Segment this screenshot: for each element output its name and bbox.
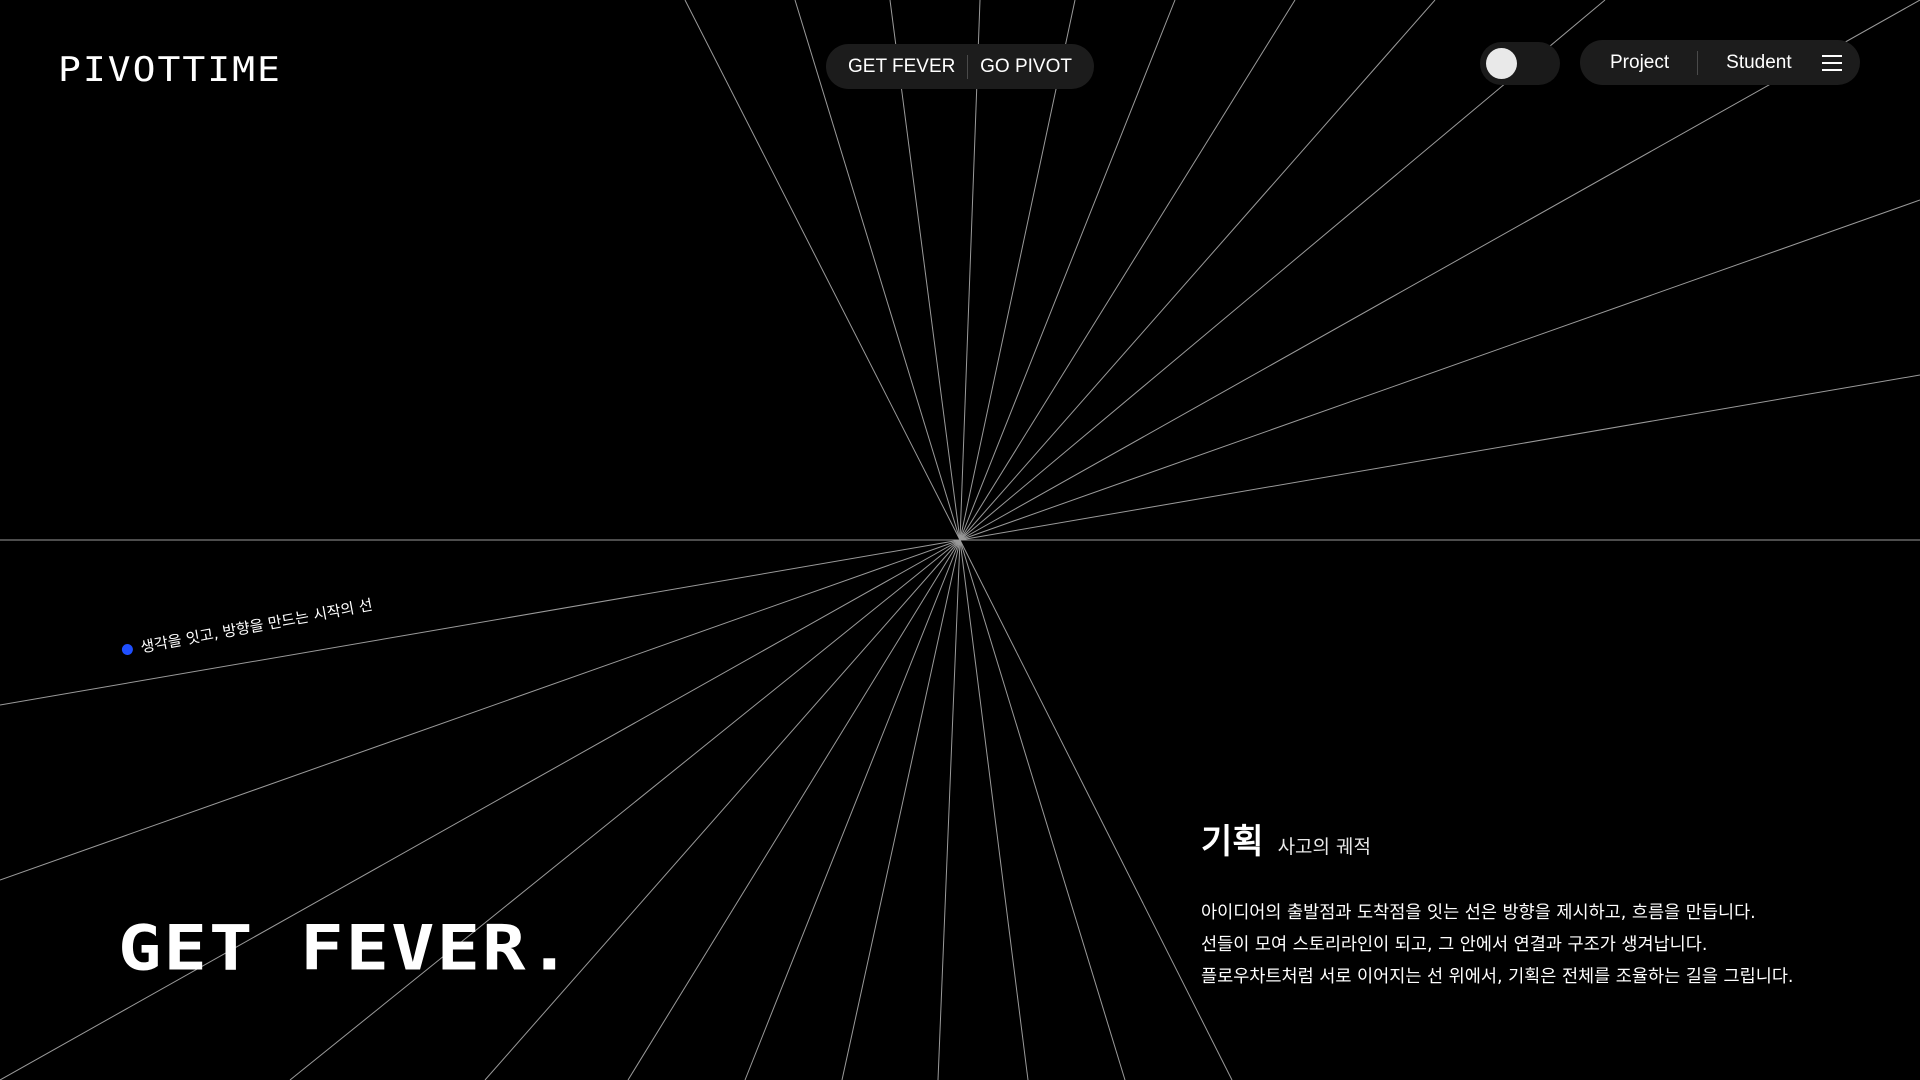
- toggle-knob-icon: [1486, 48, 1517, 79]
- ray-line: [959, 539, 1233, 1080]
- nav-divider: [967, 54, 969, 79]
- ray-line: [744, 539, 961, 1080]
- nav-get-fever[interactable]: GET FEVER: [848, 56, 955, 78]
- section-body: 아이디어의 출발점과 도착점을 잇는 선은 방향을 제시하고, 흐름을 만듭니다…: [1201, 897, 1841, 993]
- page: PIVOTTIME GET FEVER GO PIVOT Project Stu…: [0, 0, 1920, 1080]
- ray-line: [627, 539, 961, 1080]
- nav-project[interactable]: Project: [1610, 52, 1669, 74]
- ray-line: [484, 539, 961, 1080]
- ray-line: [0, 539, 961, 706]
- ray-line: [959, 374, 1920, 541]
- section-body-line: 아이디어의 출발점과 도착점을 잇는 선은 방향을 제시하고, 흐름을 만듭니다…: [1201, 903, 1756, 923]
- ray-line: [959, 199, 1920, 541]
- hamburger-menu-icon[interactable]: [1822, 54, 1842, 71]
- right-nav: Project Student: [1580, 40, 1860, 85]
- hero-title: GET FEVER.: [118, 912, 574, 986]
- center-nav: GET FEVER GO PIVOT: [826, 44, 1094, 89]
- ray-line: [0, 539, 961, 881]
- nav-divider: [1697, 50, 1699, 75]
- theme-toggle[interactable]: [1480, 42, 1560, 85]
- section-heading: 기획: [1201, 822, 1264, 862]
- section-heading-row: 기획 사고의 궤적: [1201, 814, 1841, 863]
- ray-line: [959, 539, 1029, 1080]
- planning-section: 기획 사고의 궤적 아이디어의 출발점과 도착점을 잇는 선은 방향을 제시하고…: [1201, 814, 1841, 993]
- section-subheading: 사고의 궤적: [1277, 836, 1372, 858]
- ray-line: [959, 539, 1126, 1080]
- section-body-line: 플로우차트처럼 서로 이어지는 선 위에서, 기획은 전체를 조율하는 길을 그…: [1201, 967, 1794, 987]
- ray-line: [937, 539, 961, 1080]
- section-body-line: 선들이 모여 스토리라인이 되고, 그 안에서 연결과 구조가 생겨납니다.: [1201, 935, 1708, 955]
- blue-dot-icon: [120, 643, 134, 656]
- ray-line: [0, 539, 961, 1080]
- logo[interactable]: PIVOTTIME: [58, 50, 282, 89]
- nav-student[interactable]: Student: [1726, 52, 1792, 74]
- nav-go-pivot[interactable]: GO PIVOT: [980, 56, 1072, 78]
